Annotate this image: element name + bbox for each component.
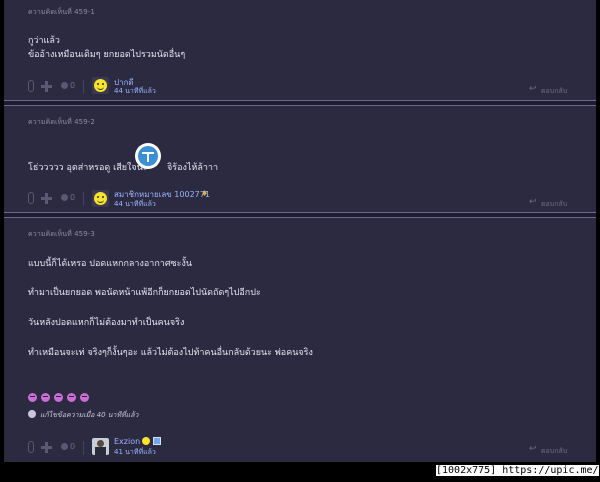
comment-time: 41 นาทีที่แล้ว bbox=[114, 448, 156, 456]
comment-text-line: ข้ออ้างเหมือนเดิมๆ ยกยอดไปรวมนัดอื่นๆ bbox=[28, 50, 186, 60]
comment-text-line: ทำเหมือนจะเท่ จริงๆก็งั้นๆอะ แล้วไม่ต้อง… bbox=[28, 348, 313, 358]
smiley-avatar-icon bbox=[94, 79, 107, 92]
laugh-emoticon-icon bbox=[54, 393, 63, 402]
member-badge-icon: ♦ bbox=[201, 189, 209, 198]
reply-icon: ↩ bbox=[529, 84, 537, 94]
edited-note: แก้ไขข้อความเมื่อ 40 นาทีที่แล้ว bbox=[40, 411, 139, 419]
plus-vote-button[interactable] bbox=[41, 193, 52, 204]
divider bbox=[83, 80, 84, 94]
plus-vote-button[interactable] bbox=[41, 442, 52, 453]
emotion-icon[interactable] bbox=[61, 194, 68, 201]
username-link[interactable]: Exzion bbox=[114, 437, 140, 446]
divider bbox=[83, 441, 84, 455]
laugh-emoticon-icon bbox=[80, 393, 89, 402]
reply-icon: ↩ bbox=[529, 444, 537, 454]
screenshot-frame: ความคิดเห็นที่ 459-1 กูว่าแล้ว ข้ออ้างเห… bbox=[0, 0, 600, 482]
comment-header: ความคิดเห็นที่ 459-2 bbox=[28, 118, 95, 126]
emotion-count: 0 bbox=[70, 193, 76, 202]
comment-459-2: ความคิดเห็นที่ 459-2 โธ่ววววว อุตส่าหรอด… bbox=[4, 106, 596, 212]
comment-header: ความคิดเห็นที่ 459-3 bbox=[28, 230, 95, 238]
laugh-emoticon-icon bbox=[41, 393, 50, 402]
comment-text-line: จิร้องไห้ล้าาา bbox=[167, 163, 219, 173]
avatar[interactable] bbox=[92, 77, 109, 94]
sticker-icon bbox=[135, 143, 161, 169]
comment-text-line: กูว่าแล้ว bbox=[28, 36, 60, 46]
smiley-avatar-icon bbox=[94, 192, 107, 205]
comment-time: 44 นาทีที่แล้ว bbox=[114, 200, 156, 208]
emotion-count: 0 bbox=[70, 442, 76, 451]
vote-count-icon bbox=[28, 441, 34, 453]
avatar[interactable] bbox=[92, 190, 109, 207]
emotion-count: 0 bbox=[70, 81, 76, 90]
divider bbox=[83, 192, 84, 206]
member-badge-icon bbox=[153, 437, 161, 445]
comment-time: 44 นาทีที่แล้ว bbox=[114, 87, 156, 95]
comment-459-1: ความคิดเห็นที่ 459-1 กูว่าแล้ว ข้ออ้างเห… bbox=[4, 0, 596, 100]
avatar[interactable] bbox=[92, 438, 109, 455]
comment-text-line: โธ่ววววว อุตส่าหรอดู เสียใจนะ bbox=[28, 163, 148, 173]
emotion-icon[interactable] bbox=[61, 443, 68, 450]
comment-text-line: วันหลังปอดแหกก็ไม่ต้องมาทำเป็นคนจริง bbox=[28, 318, 185, 328]
reply-button[interactable]: ตอบกลับ bbox=[541, 446, 567, 457]
laugh-emoticon-icon bbox=[67, 393, 76, 402]
emoticon-row bbox=[28, 387, 93, 406]
comment-text-line: แบบนี้ก็ได้เหรอ ปอดแหกกลางอากาศซะงั้น bbox=[28, 259, 193, 269]
edit-clock-icon bbox=[28, 410, 36, 418]
reply-button[interactable]: ตอบกลับ bbox=[541, 199, 567, 210]
vote-count-icon bbox=[28, 80, 34, 92]
smiley-badge-icon bbox=[142, 437, 150, 445]
laugh-emoticon-icon bbox=[28, 393, 37, 402]
comment-thread: ความคิดเห็นที่ 459-1 กูว่าแล้ว ข้ออ้างเห… bbox=[4, 0, 596, 462]
reply-icon: ↩ bbox=[529, 197, 537, 207]
comment-text-line: ทำมาเป็นยกยอด พอนัดหน้าแพ้อีกก็ยกยอดไปนั… bbox=[28, 288, 261, 298]
emotion-icon[interactable] bbox=[61, 82, 68, 89]
comment-header: ความคิดเห็นที่ 459-1 bbox=[28, 8, 95, 16]
plus-vote-button[interactable] bbox=[41, 81, 52, 92]
vote-count-icon bbox=[28, 192, 34, 204]
image-caption: [1002x775] https://upic.me/ bbox=[436, 465, 599, 476]
reply-button[interactable]: ตอบกลับ bbox=[541, 86, 567, 97]
comment-459-3: ความคิดเห็นที่ 459-3 แบบนี้ก็ได้เหรอ ปอด… bbox=[4, 218, 596, 462]
